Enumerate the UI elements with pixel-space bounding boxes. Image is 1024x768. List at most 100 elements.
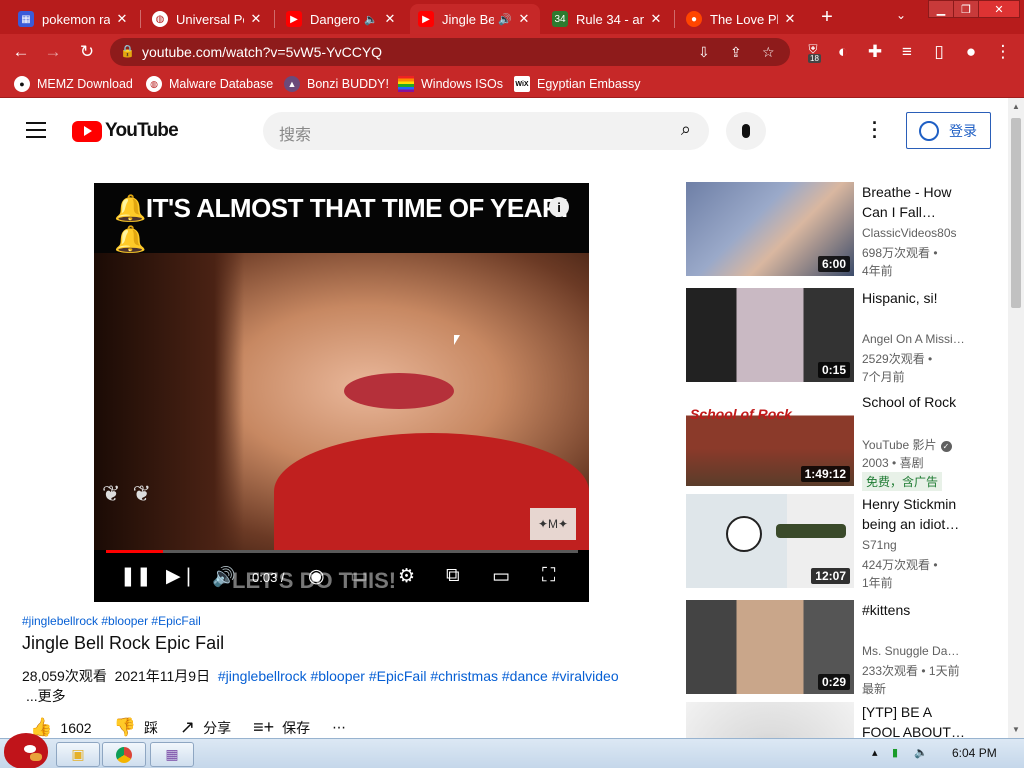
rec-channel[interactable]: YouTube 影片 ✓: [862, 436, 972, 453]
info-icon[interactable]: i: [549, 197, 569, 217]
minimize-button[interactable]: ▁: [928, 0, 954, 18]
bookmark-malware-db[interactable]: ◍ Malware Database: [146, 76, 273, 92]
profile-icon[interactable]: ●: [960, 42, 982, 62]
progress-bar[interactable]: [106, 550, 578, 553]
scroll-up-icon[interactable]: ▲: [1012, 102, 1020, 111]
close-icon[interactable]: ✕: [382, 11, 398, 27]
lock-icon[interactable]: 🔒: [120, 44, 135, 58]
video-thumbnail[interactable]: School of Rock 1:49:12: [686, 392, 854, 486]
rec-channel[interactable]: Angel On A Missi…: [862, 332, 972, 346]
close-icon[interactable]: ✕: [248, 11, 264, 27]
rec-title[interactable]: #kittens: [862, 600, 970, 620]
taskbar-app-button[interactable]: ▦: [150, 742, 194, 767]
taskbar-chrome-button[interactable]: [102, 742, 146, 767]
bookmark-memz[interactable]: ● MEMZ Download: [14, 76, 133, 92]
recommendation-item[interactable]: 12:07 Henry Stickmin being an idiot… S71…: [686, 494, 1006, 590]
more-actions-icon[interactable]: ⋯: [332, 719, 346, 736]
bookmark-bonzi[interactable]: ▲ Bonzi BUDDY!: [284, 76, 389, 92]
tab-love-plus[interactable]: ● The Love Plu ✕: [678, 4, 806, 34]
recommendation-item[interactable]: [YTP] BE A FOOL ABOUT…: [686, 702, 1006, 738]
rec-title[interactable]: School of Rock: [862, 392, 970, 412]
speaker-icon[interactable]: 🔊: [498, 13, 512, 26]
recommendation-item[interactable]: 0:29 #kittens Ms. Snuggle Da… 233次观看 • 1…: [686, 600, 1006, 696]
video-frame[interactable]: [94, 253, 589, 550]
scrollbar-thumb[interactable]: [1011, 118, 1021, 308]
rec-title[interactable]: [YTP] BE A FOOL ABOUT…: [862, 702, 970, 738]
restore-button[interactable]: ❐: [953, 0, 979, 18]
share-button[interactable]: ↗ 分享: [180, 717, 231, 738]
recommendation-item[interactable]: School of Rock 1:49:12 School of Rock Yo…: [686, 392, 1006, 491]
show-more-link[interactable]: ...更多: [26, 686, 66, 706]
network-icon[interactable]: ▮: [892, 746, 898, 759]
close-icon[interactable]: ✕: [782, 11, 798, 27]
tab-rule34[interactable]: 34 Rule 34 - an ✕: [544, 4, 672, 34]
volume-icon[interactable]: 🔊: [212, 565, 236, 589]
bookmark-windows-isos[interactable]: Windows ISOs: [398, 76, 503, 92]
rec-title[interactable]: Breathe - How Can I Fall…: [862, 182, 970, 222]
media-queue-icon[interactable]: ≡: [896, 42, 918, 62]
close-icon[interactable]: ✕: [114, 11, 130, 27]
video-player[interactable]: 🔔IT'S ALMOST THAT TIME OF YEAR!🔔 i ❦ ❦ ✦…: [94, 183, 589, 602]
settings-gear-icon[interactable]: ⚙: [398, 565, 415, 588]
tab-jingle-bell[interactable]: ▶ Jingle Be 🔊 ✕: [410, 4, 540, 34]
taskbar-explorer-button[interactable]: ▣: [56, 742, 100, 767]
close-icon[interactable]: ✕: [648, 11, 664, 27]
new-tab-button[interactable]: +: [816, 6, 838, 29]
extensions-puzzle-icon[interactable]: ✚: [864, 42, 886, 62]
video-thumbnail[interactable]: 12:07: [686, 494, 854, 588]
tab-pokemon[interactable]: ▦ pokemon ran ✕: [10, 4, 138, 34]
channel-watermark[interactable]: ✦M✦: [530, 508, 576, 540]
recommendation-item[interactable]: 0:15 Hispanic, si! Angel On A Missi… 252…: [686, 288, 1006, 384]
flag-extension-icon[interactable]: ◐: [832, 42, 854, 62]
top-hashtags[interactable]: #jinglebellrock #blooper #EpicFail: [22, 614, 201, 628]
start-button-angry-bird-icon[interactable]: [4, 733, 48, 768]
settings-kebab-icon[interactable]: · · ·: [872, 114, 878, 146]
theater-mode-icon[interactable]: ▭: [492, 565, 510, 588]
bookmark-star-icon[interactable]: ☆: [762, 44, 775, 61]
muted-speaker-icon[interactable]: 🔈: [364, 13, 378, 26]
page-scrollbar[interactable]: ▲ ▼: [1008, 98, 1024, 738]
back-arrow-icon[interactable]: ←: [10, 42, 32, 62]
rec-channel[interactable]: ClassicVideos80s: [862, 226, 972, 240]
bookmark-egyptian-embassy[interactable]: WiX Egyptian Embassy: [514, 76, 641, 92]
install-icon[interactable]: ⇩: [698, 44, 710, 61]
share-icon[interactable]: ⇪: [730, 44, 742, 61]
video-thumbnail[interactable]: 6:00: [686, 182, 854, 276]
voice-search-button[interactable]: [726, 112, 766, 150]
captions-icon[interactable]: ▭: [350, 565, 368, 588]
side-panel-icon[interactable]: ▯: [928, 42, 950, 62]
url-text[interactable]: youtube.com/watch?v=5vW5-YvCCYQ: [142, 44, 382, 60]
description-hashtags[interactable]: #jinglebellrock #blooper #EpicFail #chri…: [218, 668, 619, 684]
rec-title[interactable]: Hispanic, si!: [862, 288, 970, 308]
hamburger-menu-icon[interactable]: [26, 122, 46, 143]
video-thumbnail[interactable]: [686, 702, 854, 738]
miniplayer-icon[interactable]: ⧉: [446, 565, 460, 587]
volume-tray-icon[interactable]: 🔈: [914, 746, 928, 759]
save-button[interactable]: ≡+ 保存: [253, 717, 310, 738]
forward-arrow-icon[interactable]: →: [42, 42, 64, 62]
video-thumbnail[interactable]: 0:29: [686, 600, 854, 694]
close-icon[interactable]: ✕: [516, 11, 532, 27]
like-button[interactable]: 👍 1602: [30, 717, 92, 738]
rec-channel[interactable]: S71ng: [862, 538, 972, 552]
rec-title[interactable]: Henry Stickmin being an idiot…: [862, 494, 970, 534]
fullscreen-icon[interactable]: ⛶: [542, 565, 555, 587]
youtube-logo[interactable]: YouTube: [72, 120, 179, 142]
autoplay-toggle-icon[interactable]: ◉: [308, 565, 325, 588]
menu-kebab-icon[interactable]: ⋮: [992, 42, 1014, 62]
tray-expand-icon[interactable]: ▴: [872, 746, 878, 759]
tab-search-chevron-icon[interactable]: ⌄: [896, 8, 906, 22]
address-bar[interactable]: 🔒 youtube.com/watch?v=5vW5-YvCCYQ ⇩ ⇪ ☆: [110, 38, 790, 66]
close-window-button[interactable]: ✕: [978, 0, 1020, 18]
video-thumbnail[interactable]: 0:15: [686, 288, 854, 382]
taskbar-clock[interactable]: 6:04 PM: [952, 746, 997, 760]
sign-in-button[interactable]: 登录: [906, 112, 991, 149]
search-input[interactable]: 搜索 ⌕: [263, 112, 709, 150]
dislike-button[interactable]: 👎 踩: [114, 717, 158, 738]
next-icon[interactable]: ▶❘: [166, 565, 197, 588]
rec-channel[interactable]: Ms. Snuggle Da…: [862, 644, 972, 658]
tab-universal[interactable]: ◍ Universal Pol ✕: [144, 4, 272, 34]
tab-dangerous[interactable]: ▶ Dangero 🔈 ✕: [278, 4, 406, 34]
recommendation-item[interactable]: 6:00 Breathe - How Can I Fall… ClassicVi…: [686, 182, 1006, 278]
search-icon[interactable]: ⌕: [681, 119, 691, 140]
